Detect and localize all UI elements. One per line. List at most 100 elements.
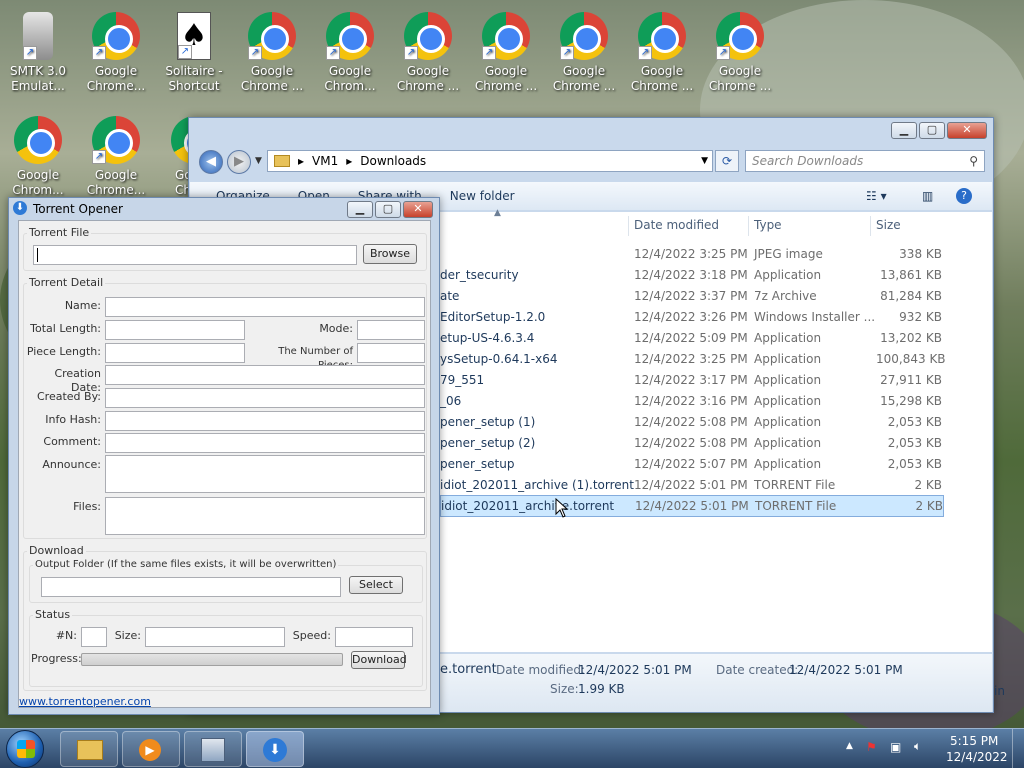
name-label: Name: [64, 299, 101, 312]
desktop-icon-chrome[interactable]: ↗ Google Chrome... [79, 110, 153, 210]
desktop-icon-chrome[interactable]: ↗ Google Chrome... [79, 6, 153, 106]
address-bar[interactable]: ▸ VM1 ▸ Downloads ▼ [267, 150, 713, 172]
announce-field[interactable] [105, 455, 425, 493]
clock-time[interactable]: 5:15 PM [950, 734, 998, 748]
mouse-cursor-icon [555, 498, 569, 518]
breadcrumb-separator-icon: ▸ [298, 154, 305, 168]
n-field[interactable] [81, 627, 107, 647]
minimize-button[interactable]: ▁ [347, 201, 373, 218]
torrent-file-input[interactable] [33, 245, 357, 265]
volume-icon[interactable]: 🔈︎ [914, 739, 921, 754]
breadcrumb-downloads[interactable]: Downloads [360, 154, 426, 168]
speed-field[interactable] [335, 627, 413, 647]
info-hash-label: Info Hash: [45, 413, 101, 426]
files-label: Files: [73, 500, 101, 513]
help-icon[interactable]: ? [956, 188, 972, 204]
piece-length-label: Piece Length: [26, 345, 101, 358]
desktop-icon-chrome[interactable]: ↗ Google Chrome ... [235, 6, 309, 106]
n-label: #N: [55, 629, 77, 642]
output-folder-group-title: Output Folder (If the same files exists,… [33, 559, 339, 571]
new-folder-button[interactable]: New folder [450, 189, 515, 203]
number-of-pieces-field[interactable] [357, 343, 425, 363]
desktop-icon-chrome[interactable]: ↗ Google Chrome ... [391, 6, 465, 106]
start-button[interactable] [6, 730, 44, 768]
info-hash-field[interactable] [105, 411, 425, 431]
torrentopener-link[interactable]: www.torrentopener.com [19, 695, 151, 708]
taskbar-torrent-opener[interactable]: ⬇ [246, 731, 304, 767]
piece-length-field[interactable] [105, 343, 245, 363]
desktop-icon-label: Google Chrome ... [552, 64, 616, 93]
download-button[interactable]: Download [351, 651, 407, 669]
minimize-button[interactable]: ▁ [891, 122, 917, 139]
total-length-field[interactable] [105, 320, 245, 340]
chrome-icon: ↗ [716, 12, 764, 60]
taskbar-media-player[interactable]: ▶ [122, 731, 180, 767]
desktop-icon-chrome[interactable]: Google Chrom... [1, 110, 75, 210]
close-button[interactable]: ✕ [947, 122, 987, 139]
desktop-icon-chrome[interactable]: ↗ Google Chrome ... [547, 6, 621, 106]
desktop-icon-label: Google Chrome ... [474, 64, 538, 93]
desktop-icon-solitaire[interactable]: ♠ ↗ Solitaire - Shortcut [157, 6, 231, 106]
details-size-label: Size: [550, 682, 579, 696]
mode-label: Mode: [319, 322, 353, 335]
details-edge-text: in [994, 684, 1005, 698]
files-field[interactable] [105, 497, 425, 535]
taskbar-explorer[interactable] [60, 731, 118, 767]
media-player-icon: ▶ [139, 739, 161, 761]
details-modified-label: Date modified: [496, 663, 586, 677]
table-row-selected[interactable]: idiot_202011_archive.torrent 12/4/2022 5:… [440, 495, 944, 517]
recent-pages-chevron-icon[interactable]: ▼ [255, 156, 262, 166]
breadcrumb-separator-icon: ▸ [346, 154, 353, 168]
desktop-icon-label: Google Chrome ... [396, 64, 460, 93]
maximize-button[interactable]: ▢ [375, 201, 401, 218]
back-button[interactable]: ◀ [199, 150, 223, 174]
browse-button[interactable]: Browse [363, 244, 417, 264]
select-button[interactable]: Select [349, 576, 403, 594]
maximize-button[interactable]: ▢ [919, 122, 945, 139]
speed-label: Speed: [292, 629, 331, 642]
network-icon[interactable]: ▣ [890, 740, 901, 754]
clock-date[interactable]: 12/4/2022 [946, 750, 1008, 764]
desktop-icon-smtk[interactable]: ↗ SMTK 3.0 Emulat... [1, 6, 75, 106]
desktop-icon-chrome[interactable]: ↗ Google Chrome ... [703, 6, 777, 106]
breadcrumb-vm1[interactable]: VM1 [312, 154, 338, 168]
details-size-value: 1.99 KB [578, 682, 625, 696]
total-length-label: Total Length: [30, 322, 101, 335]
show-hidden-icons-icon[interactable]: ▲ [846, 741, 853, 751]
column-date-modified[interactable]: Date modified [634, 214, 719, 236]
view-options-icon[interactable]: ☷ ▾ [866, 189, 887, 203]
size-field[interactable] [145, 627, 285, 647]
torrent-opener-body: Torrent File Browse Torrent Detail Name:… [18, 220, 431, 708]
taskbar-installer[interactable] [184, 731, 242, 767]
comment-field[interactable] [105, 433, 425, 453]
desktop-icon-label: Google Chrome... [86, 168, 146, 197]
torrent-file-group-title: Torrent File [27, 226, 92, 239]
refresh-icon[interactable]: ⟳ [715, 150, 739, 172]
column-size[interactable]: Size [876, 214, 901, 236]
action-center-icon[interactable]: ⚑ [866, 740, 877, 754]
progress-bar [81, 653, 343, 666]
desktop-icon-label: SMTK 3.0 Emulat... [9, 64, 67, 93]
chrome-icon: ↗ [560, 12, 608, 60]
desktop-icon-chrome[interactable]: Go Chr [157, 110, 189, 210]
creation-date-field[interactable] [105, 365, 425, 385]
preview-pane-icon[interactable]: ▥ [922, 189, 933, 203]
close-button[interactable]: ✕ [403, 201, 433, 218]
name-field[interactable] [105, 297, 425, 317]
desktop-icon-label: Solitaire - Shortcut [165, 64, 223, 93]
progress-label: Progress: [31, 652, 82, 665]
announce-label: Announce: [42, 458, 101, 471]
desktop-icon-label: Google Chrome... [86, 64, 146, 93]
forward-button[interactable]: ▶ [227, 150, 251, 174]
details-created-label: Date created: [716, 663, 799, 677]
show-desktop-button[interactable] [1012, 729, 1024, 768]
output-folder-input[interactable] [41, 577, 341, 597]
search-input[interactable]: Search Downloads ⚲ [745, 150, 985, 172]
desktop-icon-chrome[interactable]: ↗ Google Chrome ... [469, 6, 543, 106]
column-type[interactable]: Type [754, 214, 782, 236]
created-by-field[interactable] [105, 388, 425, 408]
address-dropdown-icon[interactable]: ▼ [701, 156, 708, 166]
mode-field[interactable] [357, 320, 425, 340]
desktop-icon-chrome[interactable]: ↗ Google Chrome ... [625, 6, 699, 106]
desktop-icon-chrome[interactable]: ↗ Google Chrom... [313, 6, 387, 106]
